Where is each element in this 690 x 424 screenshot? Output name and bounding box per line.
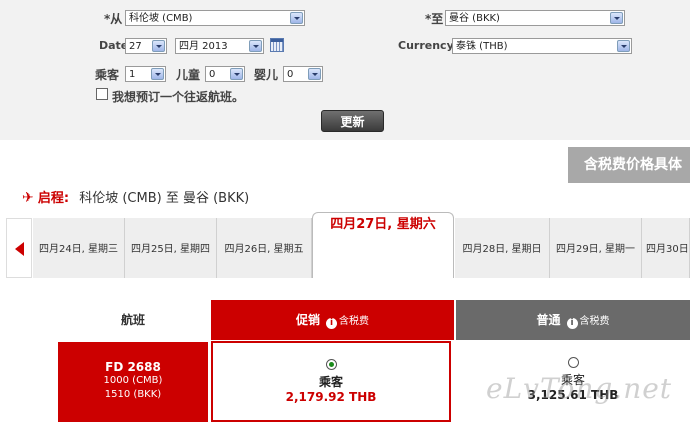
return-label: 我想预订一个往返航班。 bbox=[112, 90, 245, 104]
to-value: 曼谷 (BKK) bbox=[449, 13, 500, 24]
airplane-icon: ✈ bbox=[22, 190, 34, 206]
child-value: 0 bbox=[209, 69, 216, 80]
date-tab[interactable]: 四月28日, 星期日 bbox=[455, 218, 550, 278]
prev-week-arrow-icon[interactable] bbox=[6, 218, 32, 278]
route-heading: ✈ 启程: 科伦坡 (CMB) 至 曼谷 (BKK) bbox=[22, 187, 249, 206]
promo-pax-label: 乘客 bbox=[318, 375, 343, 389]
chevron-down-icon bbox=[151, 68, 164, 80]
from-label: *从 bbox=[104, 12, 123, 26]
month-value: 四月 2013 bbox=[179, 41, 228, 52]
departure-time: 1000 (CMB) bbox=[103, 375, 163, 386]
route-label: 启程: bbox=[37, 191, 70, 206]
chevron-down-icon bbox=[290, 12, 303, 24]
child-label: 儿童 bbox=[176, 68, 201, 82]
chevron-down-icon bbox=[249, 40, 262, 52]
currency-select[interactable]: 泰铢 (THB) bbox=[452, 38, 632, 54]
regular-header-label: 普通 bbox=[536, 313, 561, 327]
chevron-down-icon bbox=[610, 12, 623, 24]
search-panel: *从 科伦坡 (CMB) *至 曼谷 (BKK) Date 27 四月 2013… bbox=[0, 0, 690, 140]
currency-value: 泰铢 (THB) bbox=[456, 41, 508, 52]
chevron-down-icon bbox=[230, 68, 243, 80]
adult-value: 1 bbox=[129, 69, 136, 80]
chevron-down-icon bbox=[617, 40, 630, 52]
promo-fare-radio[interactable] bbox=[325, 359, 337, 370]
date-tab[interactable]: 四月26日, 星期五 bbox=[217, 218, 312, 278]
day-value: 27 bbox=[129, 41, 142, 52]
date-strip: 四月24日, 星期三 四月25日, 星期四 四月26日, 星期五 四月27日, … bbox=[6, 212, 690, 278]
child-select[interactable]: 0 bbox=[205, 66, 245, 82]
watermark: eLvTong.net bbox=[486, 372, 673, 405]
currency-label: Currency bbox=[398, 39, 454, 52]
infant-value: 0 bbox=[287, 69, 294, 80]
chevron-down-icon bbox=[152, 40, 165, 52]
flight-number: FD 2688 bbox=[105, 360, 161, 374]
promo-column-header: 促销 i 含税费 bbox=[211, 300, 454, 340]
date-tab[interactable]: 四月25日, 星期四 bbox=[125, 218, 217, 278]
date-tab[interactable]: 四月30日 bbox=[642, 218, 690, 278]
date-tab-selected[interactable]: 四月27日, 星期六 bbox=[312, 212, 454, 278]
promo-price: 2,179.92 THB bbox=[285, 390, 377, 404]
route-text: 科伦坡 (CMB) 至 曼谷 (BKK) bbox=[79, 191, 250, 206]
date-tab[interactable]: 四月29日, 星期一 bbox=[550, 218, 642, 278]
from-select[interactable]: 科伦坡 (CMB) bbox=[125, 10, 305, 26]
to-label: *至 bbox=[425, 12, 444, 26]
infant-select[interactable]: 0 bbox=[283, 66, 323, 82]
chevron-down-icon bbox=[308, 68, 321, 80]
promo-fare-cell[interactable]: 乘客 2,179.92 THB bbox=[211, 341, 451, 422]
promo-tax-note: 含税费 bbox=[339, 316, 369, 327]
arrival-time: 1510 (BKK) bbox=[104, 389, 162, 400]
regular-column-header: 普通 i 含税费 bbox=[456, 300, 690, 340]
from-value: 科伦坡 (CMB) bbox=[129, 13, 193, 24]
tax-price-banner: 含税费价格具体 bbox=[568, 147, 690, 183]
flight-column-header: 航班 bbox=[58, 300, 208, 340]
day-select[interactable]: 27 bbox=[125, 38, 167, 54]
to-select[interactable]: 曼谷 (BKK) bbox=[445, 10, 625, 26]
info-icon[interactable]: i bbox=[326, 318, 337, 329]
date-label: Date bbox=[99, 39, 129, 52]
adult-select[interactable]: 1 bbox=[125, 66, 166, 82]
regular-fare-radio[interactable] bbox=[567, 357, 579, 368]
info-icon[interactable]: i bbox=[566, 318, 578, 329]
adult-label: 乘客 bbox=[95, 68, 120, 82]
month-select[interactable]: 四月 2013 bbox=[175, 38, 264, 54]
return-checkbox[interactable] bbox=[96, 88, 108, 100]
calendar-icon[interactable] bbox=[270, 38, 284, 52]
date-tab[interactable]: 四月24日, 星期三 bbox=[33, 218, 125, 278]
update-button[interactable]: 更新 bbox=[321, 110, 384, 132]
promo-header-label: 促销 bbox=[295, 313, 320, 327]
infant-label: 婴儿 bbox=[254, 68, 279, 82]
flight-info-cell: FD 2688 1000 (CMB) 1510 (BKK) bbox=[58, 342, 208, 422]
regular-tax-note: 含税费 bbox=[579, 316, 610, 327]
